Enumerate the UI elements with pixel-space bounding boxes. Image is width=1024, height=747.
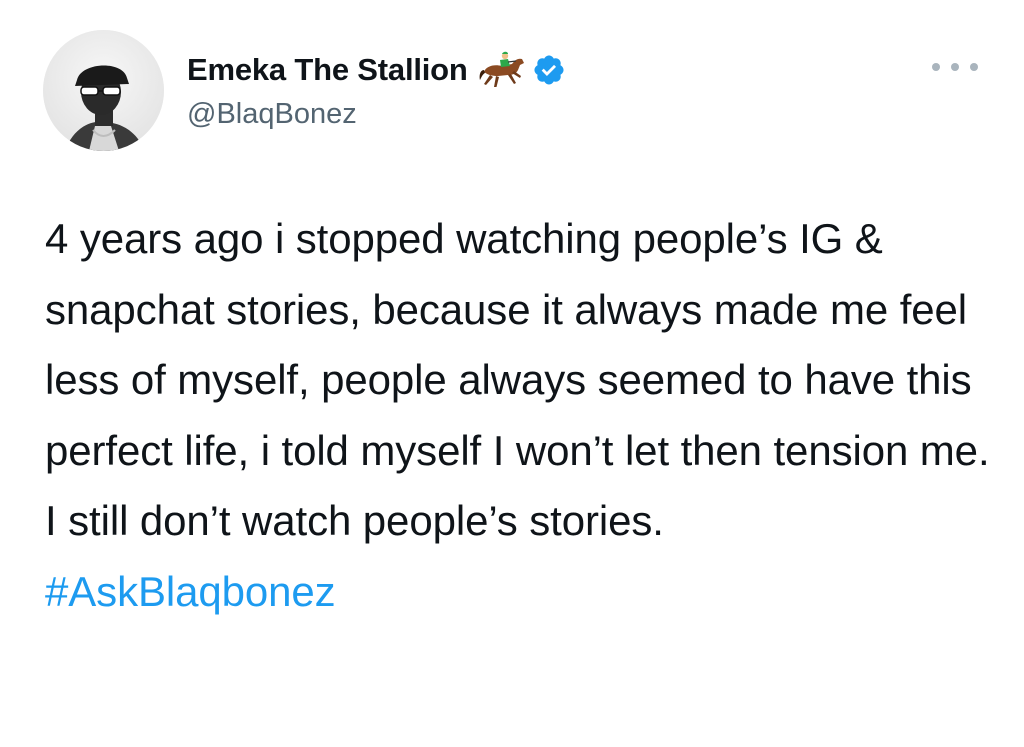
- tweet-card: Emeka The Stallion @BlaqBonez 4 years ag…: [0, 0, 1024, 747]
- more-horizontal-icon-dot: [970, 63, 978, 71]
- horse-racing-icon: [478, 50, 526, 90]
- avatar-image: [43, 30, 164, 151]
- more-horizontal-icon-dot: [951, 63, 959, 71]
- author-block: Emeka The Stallion @BlaqBonez: [187, 44, 566, 131]
- author-display-name[interactable]: Emeka The Stallion: [187, 52, 468, 88]
- author-name-row: Emeka The Stallion: [187, 44, 566, 96]
- tweet-body-text: 4 years ago i stopped watching people’s …: [45, 215, 990, 544]
- more-horizontal-icon-dot: [932, 63, 940, 71]
- more-options-button[interactable]: [932, 56, 978, 78]
- hashtag-link[interactable]: #AskBlaqbonez: [45, 557, 995, 628]
- avatar[interactable]: [43, 30, 164, 151]
- tweet-body: 4 years ago i stopped watching people’s …: [45, 204, 995, 627]
- verified-badge-icon: [532, 53, 566, 87]
- author-handle[interactable]: @BlaqBonez: [187, 98, 566, 131]
